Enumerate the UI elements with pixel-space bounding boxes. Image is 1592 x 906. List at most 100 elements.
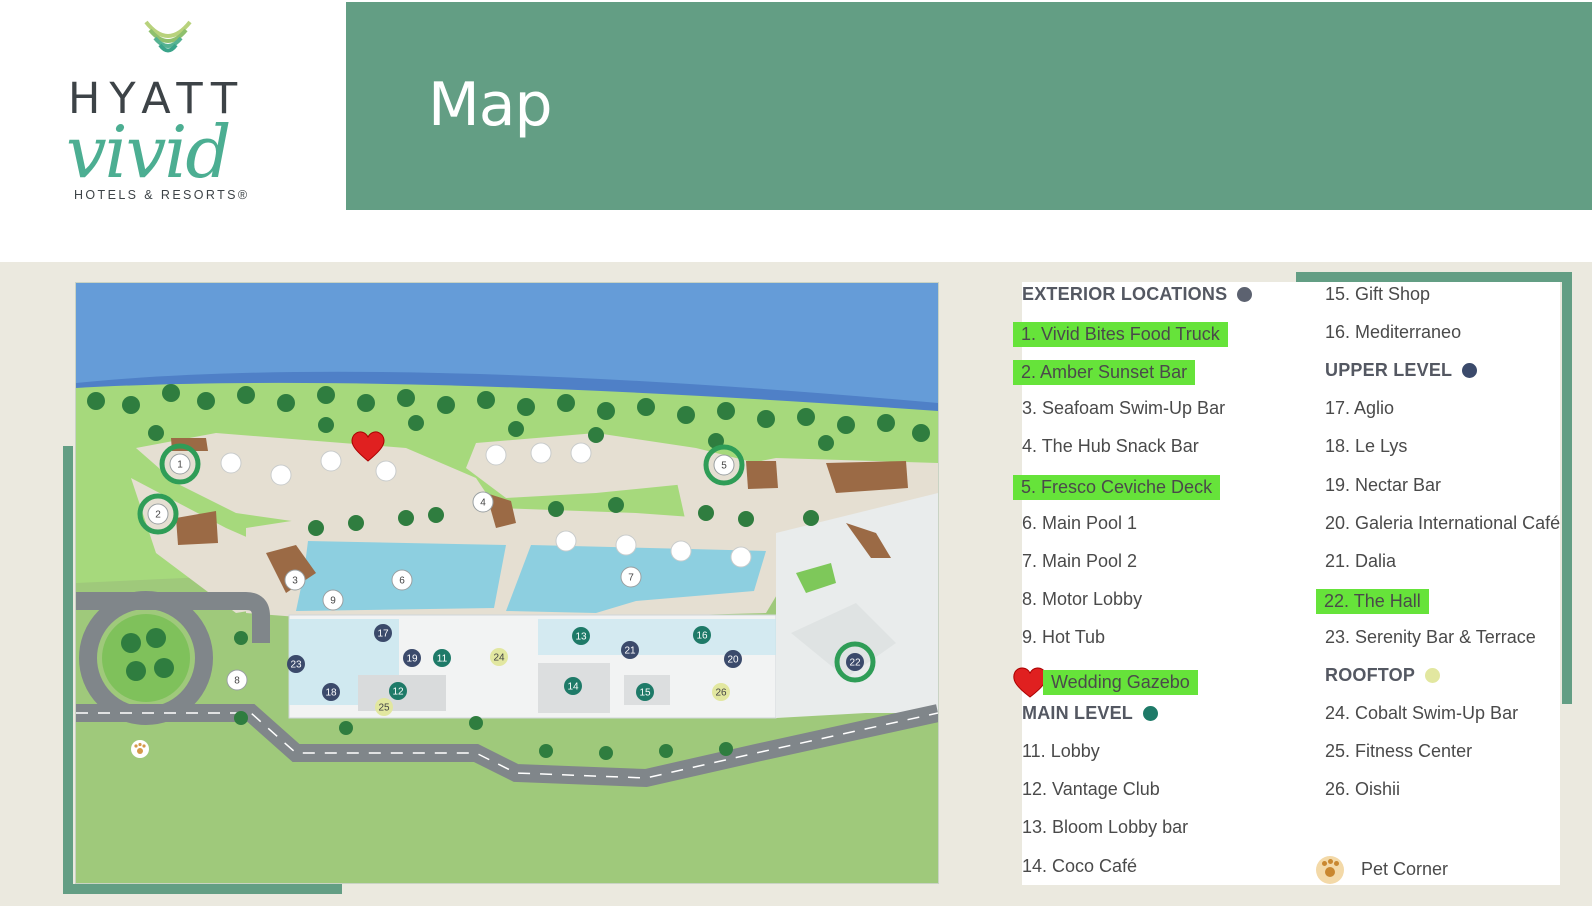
- legend-section-header: MAIN LEVEL: [1013, 703, 1159, 724]
- legend-item-label: 16. Mediterraneo: [1325, 322, 1462, 343]
- legend-item: 18. Le Lys: [1316, 436, 1407, 457]
- map-pin-15[interactable]: 15: [636, 683, 654, 701]
- legend-section-header: ROOFTOP: [1316, 665, 1441, 686]
- legend-item-label: MAIN LEVEL: [1022, 703, 1134, 724]
- pin-label: 1: [177, 460, 183, 471]
- map-pin-6[interactable]: 6: [391, 569, 413, 591]
- map-pin-14[interactable]: 14: [564, 677, 582, 695]
- legend-item: 21. Dalia: [1316, 551, 1396, 572]
- legend-item-label: 3. Seafoam Swim-Up Bar: [1022, 398, 1226, 419]
- pin-label: 24: [493, 653, 505, 664]
- hyatt-vivid-logo: HYATT vivid HOTELS & RESORTS®: [50, 10, 290, 210]
- resort-map[interactable]: 1 2 3 4 5 6 7 8 9 11 12 13 14 15 16 17 18 19 20 21 22 23 24 25 2…: [75, 282, 940, 884]
- map-pin-17[interactable]: 17: [374, 624, 392, 642]
- legend-item-label: 15. Gift Shop: [1325, 284, 1431, 304]
- legend-item-label: 12. Vantage Club: [1022, 779, 1160, 800]
- decor-bar-left: [63, 446, 73, 894]
- map-pin-12[interactable]: 12: [389, 682, 407, 700]
- pin-label: 25: [378, 703, 390, 714]
- pin-label: 13: [575, 632, 587, 643]
- legend-item-label: 21. Dalia: [1325, 550, 1397, 571]
- map-pin-9[interactable]: 9: [322, 589, 344, 611]
- pin-label: 2: [155, 510, 161, 521]
- legend-color-dot: [1143, 706, 1159, 722]
- map-pin-21[interactable]: 21: [621, 641, 639, 659]
- pin-label: 7: [628, 573, 634, 584]
- legend-item: 5. Fresco Ceviche Deck: [1013, 474, 1221, 500]
- resort-map-drawing: 123456 789111213141516171819 2021222324252…: [76, 283, 940, 788]
- map-pin-7[interactable]: 7: [620, 566, 642, 588]
- legend-item: 8. Motor Lobby: [1013, 589, 1142, 610]
- page-title: Map: [428, 70, 553, 140]
- pin-label: 4: [480, 498, 486, 509]
- map-pin-13[interactable]: 13: [572, 627, 590, 645]
- legend-item-label: 26. Oishii: [1325, 779, 1401, 800]
- legend-item-label: 4. The Hub Snack Bar: [1022, 436, 1199, 457]
- legend-item: 7. Main Pool 2: [1013, 551, 1137, 572]
- map-pin-25[interactable]: 25: [375, 698, 393, 716]
- legend-item-label: EXTERIOR LOCATIONS: [1022, 284, 1228, 304]
- legend-color-dot: [1237, 287, 1253, 302]
- decor-bar-bottom: [63, 884, 342, 894]
- legend-item-label: 2. Amber Sunset Bar: [1013, 360, 1196, 386]
- pin-label: 14: [567, 682, 579, 693]
- map-pin-11[interactable]: 11: [433, 649, 451, 667]
- legend-item: 11. Lobby: [1013, 741, 1100, 762]
- map-pin-8[interactable]: 8: [226, 669, 248, 691]
- pin-label: 20: [727, 655, 739, 666]
- leaf-icon: [144, 20, 192, 53]
- page-header: HYATT vivid HOTELS & RESORTS® Map: [0, 0, 1592, 262]
- pin-label: 17: [377, 629, 389, 640]
- legend-item-label: Pet Corner: [1361, 859, 1449, 879]
- pin-label: 16: [696, 631, 708, 642]
- legend-item: 22. The Hall: [1316, 588, 1429, 614]
- legend-item: 26. Oishii: [1316, 779, 1400, 800]
- legend-item: 14. Coco Café: [1013, 856, 1137, 877]
- legend-item-label: 18. Le Lys: [1325, 436, 1408, 457]
- legend-item: 16. Mediterraneo: [1316, 322, 1461, 343]
- pin-label: 3: [292, 576, 298, 587]
- map-pin-26[interactable]: 26: [712, 683, 730, 701]
- map-pin-19[interactable]: 19: [403, 649, 421, 667]
- legend-item-label: 19. Nectar Bar: [1325, 474, 1442, 495]
- title-banner: Map: [346, 2, 1592, 210]
- pin-label: 19: [406, 654, 418, 665]
- legend-item: 23. Serenity Bar & Terrace: [1316, 627, 1536, 648]
- pin-label: 11: [437, 654, 448, 665]
- legend-item-label: 24. Cobalt Swim-Up Bar: [1325, 703, 1519, 724]
- pin-label: 18: [325, 688, 337, 699]
- map-pin-24[interactable]: 24: [490, 648, 508, 666]
- pin-label: 6: [399, 576, 405, 587]
- map-pin-20[interactable]: 20: [724, 650, 742, 668]
- legend-item-label: 9. Hot Tub: [1022, 626, 1106, 647]
- legend-item-label: 17. Aglio: [1325, 398, 1395, 419]
- legend-item: Wedding Gazebo: [1013, 665, 1198, 699]
- map-pin-18[interactable]: 18: [322, 683, 340, 701]
- legend-item-label: 1. Vivid Bites Food Truck: [1013, 322, 1228, 348]
- legend-item-label: 8. Motor Lobby: [1022, 588, 1143, 609]
- decor-bar-top-right: [1296, 272, 1572, 282]
- legend-item: 6. Main Pool 1: [1013, 513, 1137, 534]
- legend-item: 17. Aglio: [1316, 398, 1394, 419]
- legend-item-label: Wedding Gazebo: [1043, 669, 1198, 695]
- logo-script-text: vivid: [66, 110, 231, 194]
- pin-label: 23: [290, 660, 302, 671]
- legend-item-label: 20. Galeria International Café: [1325, 512, 1561, 533]
- legend-item: 24. Cobalt Swim-Up Bar: [1316, 703, 1518, 724]
- map-pin-23[interactable]: 23: [287, 655, 305, 673]
- legend-item-label: ROOFTOP: [1325, 665, 1416, 685]
- map-pin-4[interactable]: 4: [472, 491, 494, 513]
- legend-column-right: 15. Gift Shop 16. Mediterraneo UPPER LEVEL…: [1316, 282, 1560, 885]
- pin-label: 15: [639, 688, 651, 699]
- legend-color-dot: [1462, 363, 1478, 379]
- legend-item: 1. Vivid Bites Food Truck: [1013, 322, 1228, 348]
- map-pin-16[interactable]: 16: [693, 626, 711, 644]
- legend-item-label: 6. Main Pool 1: [1022, 512, 1138, 533]
- legend-item: 2. Amber Sunset Bar: [1013, 360, 1196, 386]
- pin-label: 22: [849, 658, 861, 669]
- map-pin-3[interactable]: 3: [284, 569, 306, 591]
- legend-color-dot: [1425, 668, 1441, 683]
- legend-item-label: 25. Fitness Center: [1325, 741, 1473, 762]
- pin-label: 12: [392, 687, 404, 698]
- decor-bar-right: [1562, 272, 1572, 704]
